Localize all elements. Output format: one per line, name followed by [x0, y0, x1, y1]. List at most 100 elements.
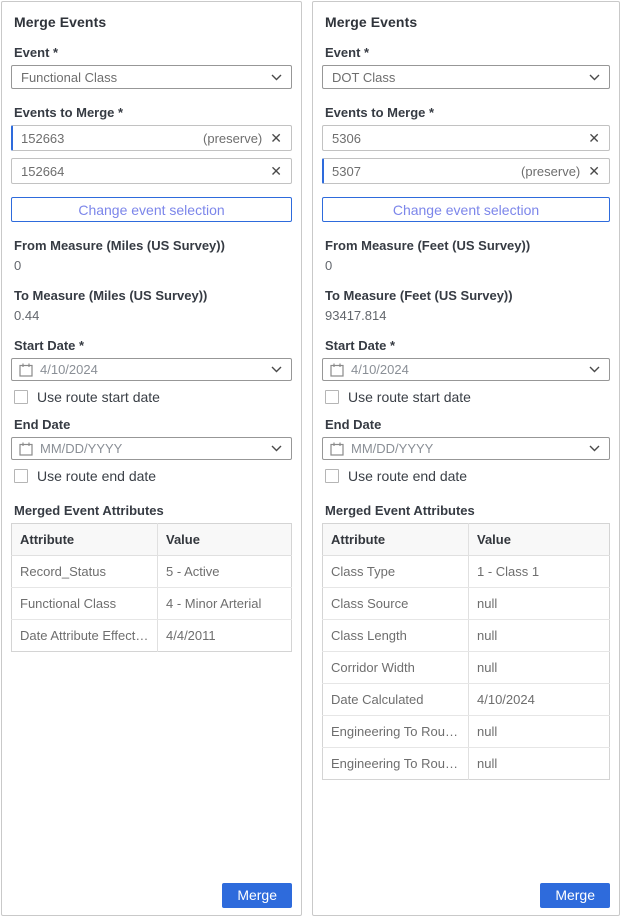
merge-event-item: 5306 ✕	[322, 125, 610, 151]
attribute-cell: Functional Class	[12, 588, 158, 620]
attribute-cell: Class Source	[323, 588, 469, 620]
use-route-start-date-label: Use route start date	[348, 389, 471, 405]
end-date-value: MM/DD/YYYY	[351, 441, 583, 456]
merge-events-panel: Merge Events Event * DOT Class Events to…	[312, 1, 620, 916]
merged-event-attributes-label: Merged Event Attributes	[325, 503, 607, 518]
merged-event-attributes-label: Merged Event Attributes	[14, 503, 289, 518]
event-select[interactable]: Functional Class	[11, 65, 292, 89]
use-route-end-date-checkbox[interactable]	[14, 469, 28, 483]
value-column-header: Value	[158, 524, 292, 556]
end-date-section: End Date MM/DD/YYYY Use route end date	[11, 417, 292, 484]
attribute-cell: Corridor Width	[323, 652, 469, 684]
table-row: Engineering To Route ... null	[323, 748, 610, 780]
event-label: Event *	[325, 45, 607, 60]
event-label: Event *	[14, 45, 289, 60]
use-route-end-date-label: Use route end date	[348, 468, 467, 484]
calendar-icon	[19, 442, 33, 456]
attribute-cell: Class Length	[323, 620, 469, 652]
value-cell: null	[469, 588, 610, 620]
to-measure-label: To Measure (Feet (US Survey))	[325, 288, 607, 303]
merge-events-panel: Merge Events Event * Functional Class Ev…	[1, 1, 302, 916]
merge-event-item: 152664 ✕	[11, 158, 292, 184]
end-date-label: End Date	[14, 417, 289, 432]
merge-event-item: 152663 (preserve) ✕	[11, 125, 292, 151]
from-measure-label: From Measure (Feet (US Survey))	[325, 238, 607, 253]
use-route-start-date-label: Use route start date	[37, 389, 160, 405]
attributes-table: Attribute Value Class Type 1 - Class 1 C…	[322, 523, 610, 780]
chevron-down-icon	[589, 74, 600, 81]
use-route-end-date-row: Use route end date	[14, 468, 289, 484]
value-cell: 4/4/2011	[158, 620, 292, 652]
page-title: Merge Events	[14, 14, 289, 30]
calendar-icon	[330, 363, 344, 377]
chevron-down-icon	[271, 74, 282, 81]
start-date-picker[interactable]: 4/10/2024	[11, 358, 292, 381]
table-row: Record_Status 5 - Active	[12, 556, 292, 588]
use-route-start-date-row: Use route start date	[14, 389, 289, 405]
value-cell: null	[469, 620, 610, 652]
value-cell: null	[469, 652, 610, 684]
merge-event-id: 152664	[21, 164, 270, 179]
merged-event-attributes-section: Merged Event Attributes Attribute Value …	[322, 503, 610, 780]
use-route-start-date-checkbox[interactable]	[14, 390, 28, 404]
use-route-end-date-label: Use route end date	[37, 468, 156, 484]
table-row: Functional Class 4 - Minor Arterial	[12, 588, 292, 620]
end-date-label: End Date	[325, 417, 607, 432]
from-measure: From Measure (Miles (US Survey)) 0	[11, 238, 292, 273]
use-route-end-date-checkbox[interactable]	[325, 469, 339, 483]
preserve-badge: (preserve)	[203, 131, 262, 146]
merged-event-attributes-section: Merged Event Attributes Attribute Value …	[11, 503, 292, 652]
to-measure: To Measure (Feet (US Survey)) 93417.814	[322, 288, 610, 323]
end-date-value: MM/DD/YYYY	[40, 441, 265, 456]
from-measure-value: 0	[14, 258, 289, 273]
to-measure-label: To Measure (Miles (US Survey))	[14, 288, 289, 303]
table-row: Engineering To RouteID null	[323, 716, 610, 748]
events-to-merge-section: Events to Merge * 152663 (preserve) ✕ 15…	[11, 105, 292, 222]
events-to-merge-section: Events to Merge * 5306 ✕ 5307 (preserve)…	[322, 105, 610, 222]
merge-button[interactable]: Merge	[222, 883, 292, 908]
value-cell: null	[469, 748, 610, 780]
table-row: Class Source null	[323, 588, 610, 620]
merge-event-id: 5307	[332, 164, 521, 179]
end-date-picker[interactable]: MM/DD/YYYY	[11, 437, 292, 460]
from-measure: From Measure (Feet (US Survey)) 0	[322, 238, 610, 273]
close-icon[interactable]: ✕	[270, 131, 282, 145]
merge-button[interactable]: Merge	[540, 883, 610, 908]
start-date-picker[interactable]: 4/10/2024	[322, 358, 610, 381]
close-icon[interactable]: ✕	[588, 131, 600, 145]
chevron-down-icon	[589, 366, 600, 373]
table-row: Class Length null	[323, 620, 610, 652]
attribute-cell: Class Type	[323, 556, 469, 588]
merge-event-id: 152663	[21, 131, 203, 146]
attribute-column-header: Attribute	[12, 524, 158, 556]
event-section: Event * DOT Class	[322, 45, 610, 89]
start-date-value: 4/10/2024	[351, 362, 583, 377]
to-measure-value: 0.44	[14, 308, 289, 323]
use-route-start-date-checkbox[interactable]	[325, 390, 339, 404]
end-date-section: End Date MM/DD/YYYY Use route end date	[322, 417, 610, 484]
value-column-header: Value	[469, 524, 610, 556]
attribute-cell: Engineering To RouteID	[323, 716, 469, 748]
to-measure-value: 93417.814	[325, 308, 607, 323]
use-route-start-date-row: Use route start date	[325, 389, 607, 405]
change-event-selection-button[interactable]: Change event selection	[11, 197, 292, 222]
value-cell: 1 - Class 1	[469, 556, 610, 588]
from-measure-label: From Measure (Miles (US Survey))	[14, 238, 289, 253]
value-cell: 4 - Minor Arterial	[158, 588, 292, 620]
end-date-picker[interactable]: MM/DD/YYYY	[322, 437, 610, 460]
attributes-table: Attribute Value Record_Status 5 - Active…	[11, 523, 292, 652]
value-cell: null	[469, 716, 610, 748]
close-icon[interactable]: ✕	[270, 164, 282, 178]
change-event-selection-button[interactable]: Change event selection	[322, 197, 610, 222]
table-row: Date Calculated 4/10/2024	[323, 684, 610, 716]
start-date-label: Start Date *	[325, 338, 607, 353]
value-cell: 5 - Active	[158, 556, 292, 588]
start-date-label: Start Date *	[14, 338, 289, 353]
event-select[interactable]: DOT Class	[322, 65, 610, 89]
chevron-down-icon	[271, 445, 282, 452]
attribute-cell: Date Attribute Effective	[12, 620, 158, 652]
table-row: Date Attribute Effective 4/4/2011	[12, 620, 292, 652]
close-icon[interactable]: ✕	[588, 164, 600, 178]
page-title: Merge Events	[325, 14, 607, 30]
table-row: Class Type 1 - Class 1	[323, 556, 610, 588]
